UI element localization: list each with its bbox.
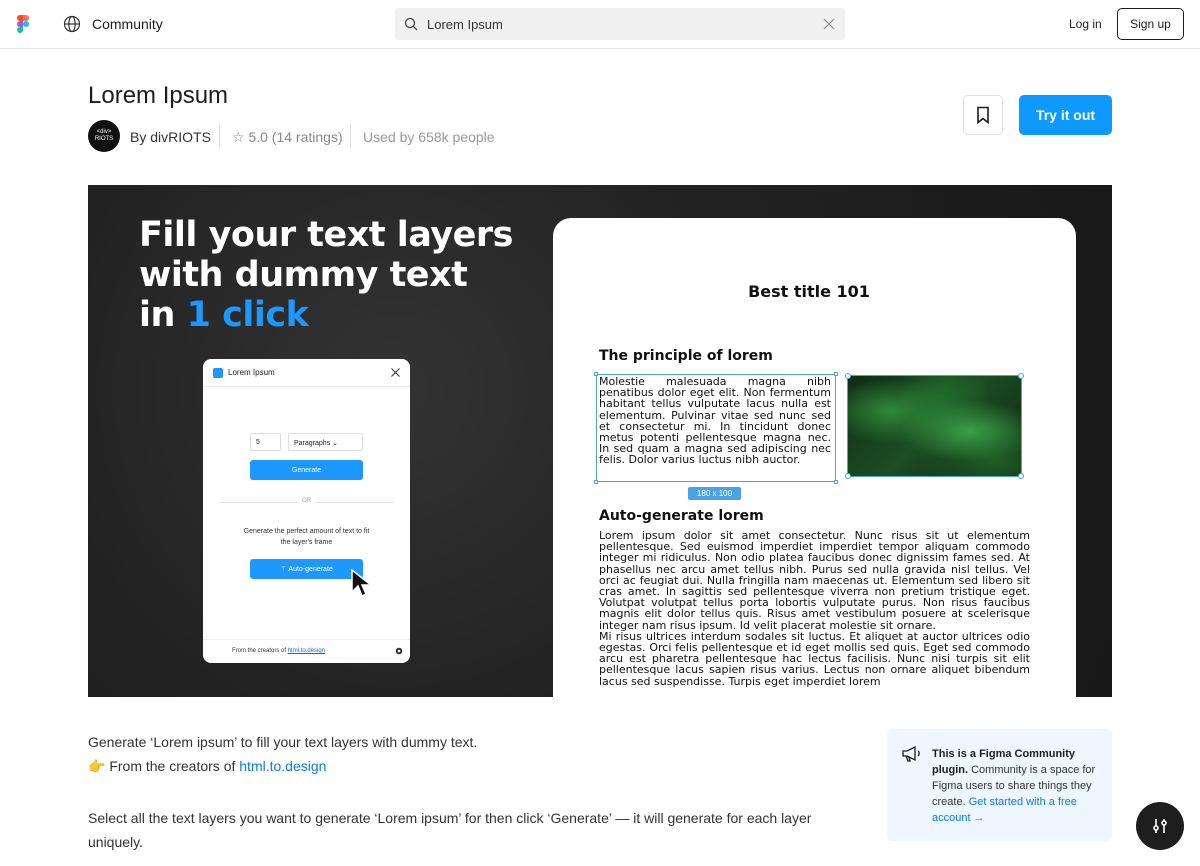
auto-generate-label: Auto-generate — [288, 565, 333, 573]
count-input: 5 — [250, 433, 281, 451]
unit-select: Paragraphs ⌄ — [288, 433, 363, 451]
generate-button: Generate — [250, 460, 363, 480]
hero-line-1: Fill your text layers — [139, 215, 513, 255]
bookmark-button[interactable] — [963, 95, 1003, 135]
selection-handle — [594, 372, 598, 376]
login-link[interactable]: Log in — [1069, 17, 1102, 31]
community-link[interactable]: Community — [92, 16, 163, 32]
auto-generate-button: ⚚ Auto-generate — [250, 559, 363, 579]
document-paragraph-1: Molestie malesuada magna nibh penatibus … — [599, 375, 831, 467]
auto-description: Generate the perfect amount of text to f… — [243, 528, 370, 546]
megaphone-icon — [902, 745, 920, 762]
plugin-header: Lorem Ipsum — [203, 359, 410, 387]
or-label: OR — [298, 498, 315, 504]
hero-line-2: with dummy text — [139, 255, 468, 295]
avatar[interactable]: <div> RIOTS — [88, 120, 120, 152]
clear-search-icon[interactable] — [823, 18, 835, 30]
description-line-2: 👉 From the creators of html.to.design — [88, 758, 326, 775]
rating-text: 5.0 (14 ratings) — [248, 129, 343, 145]
document-paragraph-2: Lorem ipsum dolor sit amet consectetur. … — [599, 530, 1030, 687]
divider — [350, 124, 351, 148]
dimension-badge: 180 x 100 — [688, 487, 741, 500]
document-heading-2: Auto-generate lorem — [599, 508, 764, 524]
cursor-icon — [351, 568, 374, 598]
plugin-title: Lorem Ipsum — [228, 368, 275, 377]
plugin-window-preview: Lorem Ipsum 5 Paragraphs ⌄ Generate OR G… — [203, 359, 410, 663]
selection-handle — [834, 372, 838, 376]
author-link[interactable]: By divRIOTS — [130, 129, 211, 145]
leaf-photo — [845, 373, 1024, 479]
hero-highlight: 1 click — [186, 295, 309, 335]
plugin-footer: From the creators of html.to.design — [203, 639, 410, 663]
plugin-footer-prefix: From the creators of — [232, 648, 288, 654]
community-info-box: This is a Figma Community plugin. Commun… — [887, 729, 1112, 841]
floating-action-button[interactable] — [1136, 802, 1184, 850]
gear-icon — [395, 647, 403, 655]
rating[interactable]: ☆ 5.0 (14 ratings) — [232, 129, 343, 146]
page-title: Lorem Ipsum — [88, 82, 229, 109]
search-icon — [404, 17, 418, 31]
description-line-1: Generate ‘Lorem ipsum’ to fill your text… — [88, 734, 478, 750]
hero-line-3-prefix: in — [139, 295, 187, 335]
chevron-down-icon: ⌄ — [332, 440, 339, 447]
plugin-logo-icon — [213, 368, 223, 378]
usage-count: Used by 658k people — [363, 129, 495, 145]
plugin-footer-text: From the creators of html.to.design — [232, 648, 325, 654]
description-line-2-text: From the creators of — [105, 758, 240, 774]
hero-image: Fill your text layers with dummy text in… — [88, 185, 1112, 697]
selection-handle — [594, 480, 598, 484]
document-title: Best title 101 — [748, 282, 870, 301]
selection-handle — [845, 373, 851, 379]
plugin-footer-link: html.to.design — [287, 648, 326, 654]
selection-handle — [1018, 373, 1024, 379]
search-bar[interactable] — [395, 8, 845, 40]
magic-wand-icon: ⚚ — [280, 566, 287, 573]
unit-select-value: Paragraphs — [294, 440, 331, 447]
sliders-icon — [1153, 819, 1167, 833]
globe-icon[interactable] — [63, 15, 81, 33]
document-paragraph-2b: Mi risus ultrices interdum sodales sit l… — [599, 629, 1030, 688]
document-preview: Best title 101 The principle of lorem Mo… — [553, 218, 1076, 697]
search-input[interactable] — [427, 8, 807, 40]
hero-line-3: in 1 click — [139, 295, 513, 335]
description-line-3: Select all the text layers you want to g… — [88, 810, 812, 850]
selection-handle — [1018, 473, 1024, 479]
hero-headline: Fill your text layers with dummy text in… — [139, 215, 513, 335]
selection-handle — [845, 473, 851, 479]
selection-handle — [834, 480, 838, 484]
pointing-hand-icon: 👉 — [88, 758, 106, 774]
try-it-out-button[interactable]: Try it out — [1019, 95, 1112, 135]
community-info-text: This is a Figma Community plugin. Commun… — [932, 746, 1102, 826]
html-to-design-link[interactable]: html.to.design — [239, 758, 326, 774]
document-heading-1: The principle of lorem — [599, 348, 773, 364]
figma-logo-icon[interactable] — [17, 15, 29, 33]
document-paragraph-2a: Lorem ipsum dolor sit amet consectetur. … — [599, 529, 1030, 632]
signup-button[interactable]: Sign up — [1117, 8, 1184, 40]
star-icon: ☆ — [232, 129, 245, 145]
divider — [219, 124, 220, 148]
bookmark-icon — [977, 106, 989, 124]
top-bar: Community Log in Sign up — [0, 0, 1200, 49]
close-icon — [391, 368, 400, 377]
